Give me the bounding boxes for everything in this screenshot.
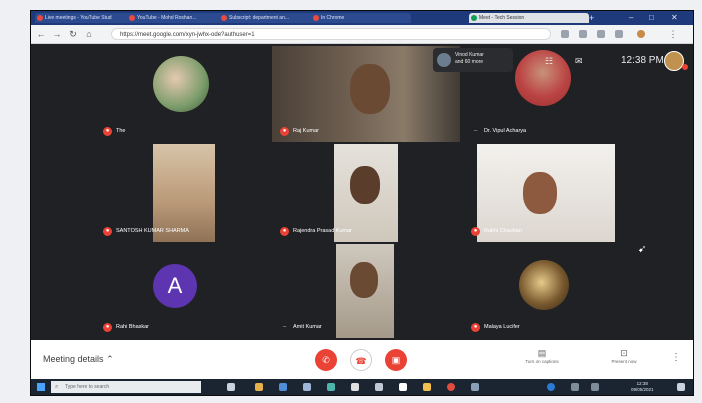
self-avatar[interactable] <box>664 51 684 71</box>
tab-2[interactable]: YouTube - Mohd Roshan... <box>127 13 227 23</box>
avatar <box>437 53 451 67</box>
notification-center-icon[interactable] <box>677 383 685 391</box>
chevron-up-icon: ⌃ <box>106 354 114 364</box>
participant-avatar <box>153 56 209 112</box>
captions-button[interactable]: ▤ Turn on captions <box>517 348 567 366</box>
participant-tile[interactable]: ● SANTOSH KUMAR SHARMA <box>95 144 269 242</box>
browser-tab-strip: Live meetings - YouTube Stud YouTube - M… <box>31 11 693 25</box>
more-options-icon[interactable]: ⋮ <box>671 352 681 363</box>
mic-off-icon: ● <box>103 322 112 332</box>
address-bar-row: ← → ↻ ⌂ https://meet.google.com/xyn-jwhx… <box>31 25 693 44</box>
participant-face <box>350 262 378 298</box>
participant-avatar <box>519 260 569 310</box>
app-icon[interactable] <box>375 383 383 391</box>
minimize-button[interactable]: – <box>629 12 633 24</box>
mic-off-icon: ● <box>471 226 480 236</box>
forward-icon[interactable]: → <box>51 28 63 40</box>
mic-off-icon: ● <box>280 226 289 236</box>
mic-off-icon: ✆ <box>322 355 330 365</box>
onedrive-icon[interactable] <box>547 383 555 391</box>
page-icon <box>221 15 227 21</box>
star-icon[interactable] <box>561 30 569 38</box>
profile-avatar[interactable] <box>637 30 645 38</box>
mic-toggle-button[interactable]: ✆ <box>315 349 337 371</box>
tab-3[interactable]: Subscript: department an... <box>219 13 319 23</box>
participant-tile[interactable]: ● Raj Kumar <box>272 46 460 142</box>
home-icon[interactable]: ⌂ <box>83 28 95 40</box>
present-icon: ⊡ <box>620 348 628 358</box>
windows-taskbar: ⌕ Type here to search 12:38 09/05/2021 <box>31 379 693 395</box>
app-icon[interactable] <box>351 383 359 391</box>
chrome-icon[interactable] <box>447 383 455 391</box>
participant-face <box>350 64 390 114</box>
taskbar-search-input[interactable]: ⌕ Type here to search <box>51 381 201 393</box>
tab-meet-active[interactable]: Meet - Tech Session <box>469 13 589 23</box>
mic-off-icon: ● <box>103 126 112 136</box>
mic-off-icon: ● <box>103 226 112 236</box>
tab-4[interactable]: In Chrome <box>311 13 411 23</box>
people-icon[interactable]: ☷ <box>545 56 553 67</box>
app-icon[interactable] <box>303 383 311 391</box>
photo-frame: Live meetings - YouTube Stud YouTube - M… <box>0 0 702 403</box>
tab-1[interactable]: Live meetings - YouTube Stud <box>35 13 135 23</box>
taskbar-clock[interactable]: 12:38 09/05/2021 <box>631 381 654 393</box>
participant-tile[interactable]: ‒ Amit Kumar <box>272 244 460 338</box>
mic-on-icon: ‒ <box>473 127 478 134</box>
participant-tile[interactable]: ● Rakhi Chauhan <box>463 144 629 242</box>
participant-face <box>350 166 380 204</box>
app-icon[interactable] <box>327 383 335 391</box>
task-view-icon[interactable] <box>227 383 235 391</box>
chat-icon[interactable]: ✉ <box>575 56 583 67</box>
windows-start-icon[interactable] <box>37 383 45 391</box>
back-icon[interactable]: ← <box>35 28 47 40</box>
app-icon[interactable] <box>423 383 431 391</box>
mic-off-icon: ● <box>280 126 289 136</box>
maximize-button[interactable]: □ <box>649 12 654 24</box>
meet-top-overlay: Vinod Kumar and 60 more ☷ ✉ 12:38 PM <box>433 48 693 76</box>
youtube-icon <box>37 15 43 21</box>
youtube-icon <box>129 15 135 21</box>
meeting-details-button[interactable]: Meeting details ⌃ <box>43 354 114 365</box>
mic-on-icon: ‒ <box>282 323 287 330</box>
participant-tile[interactable]: A ● Rahi Bhaskar <box>95 244 269 338</box>
edge-icon[interactable] <box>279 383 287 391</box>
volume-icon[interactable] <box>591 383 599 391</box>
search-icon: ⌕ <box>55 384 59 390</box>
mic-off-icon: ● <box>471 322 480 332</box>
notification-dot <box>682 64 688 70</box>
monitor-screen: Live meetings - YouTube Stud YouTube - M… <box>30 10 694 396</box>
meet-grid: ● The ● Raj Kumar ‒ Dr. Vipul Acharya ● SANT… <box>31 44 693 340</box>
meeting-clock: 12:38 PM <box>621 55 664 66</box>
reload-icon[interactable]: ↻ <box>67 28 79 40</box>
app-icon[interactable] <box>399 383 407 391</box>
browser-menu-icon[interactable]: ⋮ <box>667 28 679 40</box>
meet-control-bar: Meeting details ⌃ ✆ ☎ ▣ ▤ Turn on captio… <box>31 340 693 379</box>
new-tab-button[interactable]: + <box>589 12 594 24</box>
phone-hangup-icon: ☎ <box>355 356 367 366</box>
present-button[interactable]: ⊡ Present now <box>599 348 649 366</box>
camera-toggle-button[interactable]: ▣ <box>385 349 407 371</box>
network-icon[interactable] <box>571 383 579 391</box>
participant-tile[interactable]: ● The <box>95 46 269 142</box>
leave-call-button[interactable]: ☎ <box>350 349 372 371</box>
participant-tile[interactable]: ● Rajendra Prasad Kumar <box>272 144 460 242</box>
url-input[interactable]: https://meet.google.com/xyn-jwhx-ode?aut… <box>111 28 551 40</box>
others-chip[interactable]: Vinod Kumar and 60 more <box>433 48 513 72</box>
page-icon <box>313 15 319 21</box>
app-icon[interactable] <box>471 383 479 391</box>
extension-icon[interactable] <box>615 30 623 38</box>
camera-off-icon: ▣ <box>391 355 401 365</box>
file-explorer-icon[interactable] <box>255 383 263 391</box>
meet-icon <box>471 15 477 21</box>
extension-icon[interactable] <box>579 30 587 38</box>
close-window-button[interactable]: ✕ <box>671 12 678 24</box>
captions-icon: ▤ <box>537 348 547 358</box>
participant-face <box>523 172 557 214</box>
participant-letter-avatar: A <box>153 264 197 308</box>
mouse-cursor-icon: ➹ <box>638 244 647 255</box>
participant-tile[interactable]: ● Malaya Lucifer <box>463 244 629 338</box>
extension-icon[interactable] <box>597 30 605 38</box>
